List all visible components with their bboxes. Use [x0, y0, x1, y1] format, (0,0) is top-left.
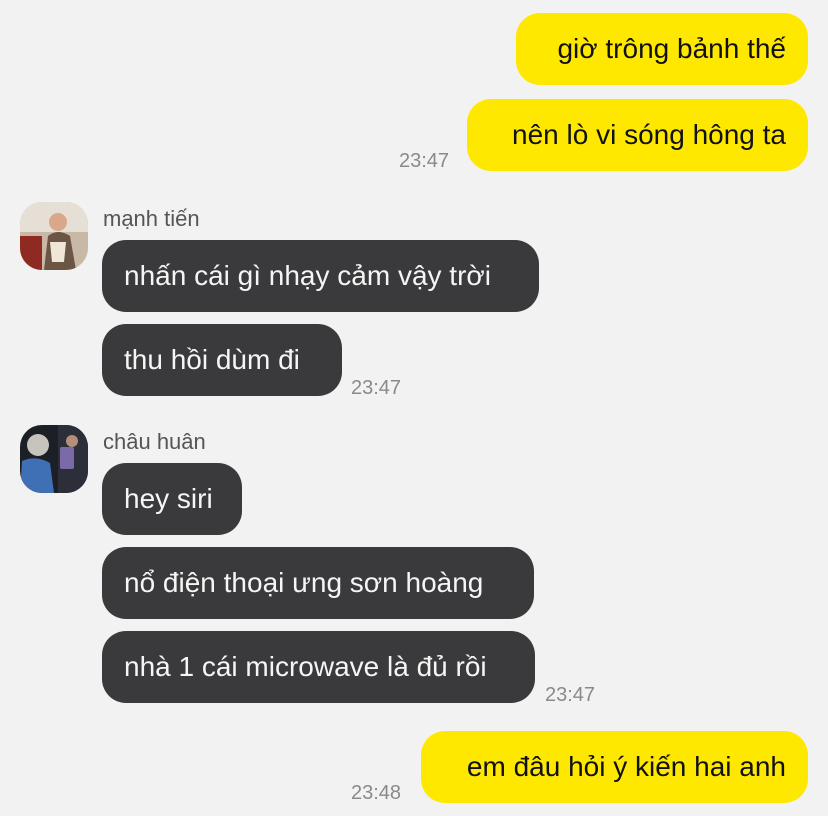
sender-avatar[interactable]: [20, 425, 88, 493]
message-text: em đâu hỏi ý kiến hai anh: [466, 751, 786, 782]
outgoing-message-bubble[interactable]: nên lò vi sóng hông ta: [467, 99, 808, 171]
message-text: nên lò vi sóng hông ta: [512, 119, 786, 150]
message-text: giờ trông bảnh thế: [557, 33, 786, 64]
sender-name: mạnh tiến: [103, 206, 200, 231]
message-timestamp: 23:48: [351, 782, 402, 804]
message-timestamp: 23:47: [351, 377, 402, 399]
incoming-message-bubble[interactable]: nhà 1 cái microwave là đủ rồi: [102, 631, 535, 703]
outgoing-message-bubble[interactable]: giờ trông bảnh thế: [516, 13, 808, 85]
incoming-message-bubble[interactable]: nổ điện thoại ưng sơn hoàng: [102, 547, 534, 619]
avatar-photo-icon: [20, 202, 88, 270]
avatar-photo-icon: [20, 425, 88, 493]
message-text: nhấn cái gì nhạy cảm vậy trời: [124, 260, 491, 291]
sender-avatar[interactable]: [20, 202, 88, 270]
outgoing-message-bubble[interactable]: em đâu hỏi ý kiến hai anh: [421, 731, 808, 803]
message-timestamp: 23:47: [545, 684, 596, 706]
message-timestamp: 23:47: [399, 150, 450, 172]
message-text: nhà 1 cái microwave là đủ rồi: [124, 651, 487, 682]
incoming-message-bubble[interactable]: thu hồi dùm đi: [102, 324, 342, 396]
message-text: thu hồi dùm đi: [124, 344, 300, 375]
incoming-message-bubble[interactable]: hey siri: [102, 463, 242, 535]
message-text: nổ điện thoại ưng sơn hoàng: [124, 567, 484, 598]
incoming-message-bubble[interactable]: nhấn cái gì nhạy cảm vậy trời: [102, 240, 539, 312]
sender-name: châu huân: [103, 429, 206, 454]
message-text: hey siri: [124, 483, 213, 514]
